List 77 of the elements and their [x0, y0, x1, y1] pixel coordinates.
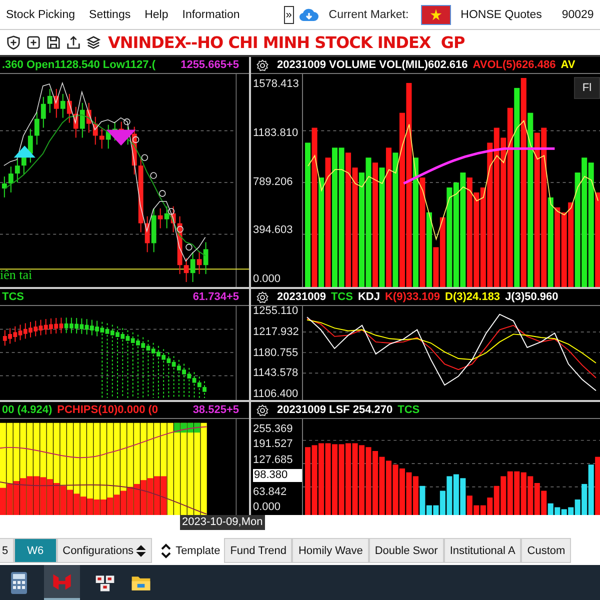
indicator-label: 20231009 VOLUME VOL(MIL)602.616	[277, 58, 468, 72]
circle-marker	[150, 172, 157, 179]
shield-plus-icon[interactable]	[6, 35, 21, 50]
market-label: Current Market:	[328, 8, 409, 20]
menu-item[interactable]: Help	[144, 8, 168, 20]
indicator-label: KDJ	[358, 290, 380, 304]
configurations-spinner[interactable]: Configurations	[56, 538, 152, 563]
cursor-value: 98.380	[253, 469, 302, 482]
tab[interactable]: Fund Trend	[224, 538, 292, 563]
settings-icon[interactable]	[256, 290, 269, 304]
circle-marker	[186, 244, 192, 251]
axis-label: 1578.413	[253, 78, 300, 90]
quotes-label: HONSE Quotes	[460, 8, 542, 20]
menu-item[interactable]: Information	[182, 8, 240, 20]
axis-label: 1217.932	[253, 326, 299, 338]
chart-note: iên tai	[0, 267, 32, 283]
indicator-label: TCS	[2, 290, 24, 304]
up-triangle-marker	[14, 146, 36, 158]
axis-label: 0.000	[253, 273, 282, 285]
legend-label: K(9)33.109	[384, 290, 440, 304]
tab[interactable]: W6	[14, 538, 57, 563]
menu-item[interactable]: Settings	[89, 8, 131, 20]
axis-label: 63.842	[253, 486, 288, 498]
axis-label: 0.000	[253, 500, 282, 513]
tab[interactable]: Homily Wave	[292, 538, 369, 563]
indicator-label: PCHIPS(10)0.000 (0	[57, 403, 158, 417]
up-down-icon[interactable]	[160, 542, 172, 558]
settings-icon[interactable]	[256, 58, 269, 72]
axis-label: 1106.400	[253, 388, 298, 400]
indicator-label: 00 (4.924)	[2, 403, 52, 417]
down-triangle-marker	[106, 130, 136, 146]
indicator-label: AVOL(5)626.486	[472, 58, 556, 72]
trading-app-icon[interactable]	[44, 565, 80, 600]
tab[interactable]: 5	[0, 538, 14, 563]
circle-marker	[141, 154, 148, 161]
menu-item[interactable]: Stock Picking	[6, 8, 76, 20]
flag-icon[interactable]	[420, 4, 451, 24]
axis-label: 394.603	[253, 224, 294, 236]
axis-label: 1255.110	[253, 305, 298, 318]
panel-button[interactable]: Fl	[574, 77, 600, 99]
index-title: VNINDEX--HO CHI MINH STOCK INDEX GP	[108, 33, 465, 52]
axis-label: 1183.810	[253, 126, 300, 139]
layers-icon[interactable]	[86, 35, 101, 50]
upload-icon[interactable]	[66, 35, 81, 50]
indicator-label: .360 Open1128.540 Low1127.(	[2, 58, 156, 72]
indicator-value: 1255.665+5	[180, 59, 239, 71]
axis-label: 1180.755	[253, 346, 298, 359]
indicator-label: TCS	[398, 403, 420, 417]
axis-label: 1143.578	[253, 367, 298, 380]
date-tooltip: 2023-10-09,Mon	[180, 515, 265, 530]
settings-icon[interactable]	[256, 404, 269, 416]
add-icon[interactable]	[26, 35, 41, 50]
circle-marker	[124, 118, 130, 126]
indicator-label: 20231009	[277, 290, 326, 304]
tab[interactable]: Double Swor	[368, 538, 444, 563]
indicator-value: 61.734+5	[192, 291, 239, 303]
indicator-value: 38.525+5	[192, 404, 239, 416]
cloud-download-icon[interactable]	[298, 8, 319, 22]
indicator-label: 20231009 LSF 254.270	[277, 403, 393, 417]
indicator-label: TCS	[330, 290, 353, 304]
save-icon[interactable]	[46, 35, 61, 50]
overflow-button[interactable]: »	[284, 6, 294, 24]
axis-label: 127.685	[253, 454, 294, 466]
legend-label: D(3)24.183	[445, 290, 500, 304]
circle-marker	[176, 226, 184, 233]
account-number: 90029	[562, 8, 594, 20]
tab[interactable]: Institutional A	[444, 538, 522, 563]
tab[interactable]: Custom	[521, 538, 572, 563]
legend-label: J(3)50.960	[505, 290, 558, 304]
indicator-label: AV	[560, 58, 576, 72]
axis-label: 789.206	[253, 176, 294, 188]
circle-marker	[159, 190, 166, 197]
circle-marker	[168, 208, 175, 215]
axis-label: 191.527	[253, 438, 294, 450]
circle-marker	[132, 136, 140, 144]
axis-label: 255.369	[253, 423, 294, 435]
calculator-icon[interactable]	[8, 570, 30, 594]
